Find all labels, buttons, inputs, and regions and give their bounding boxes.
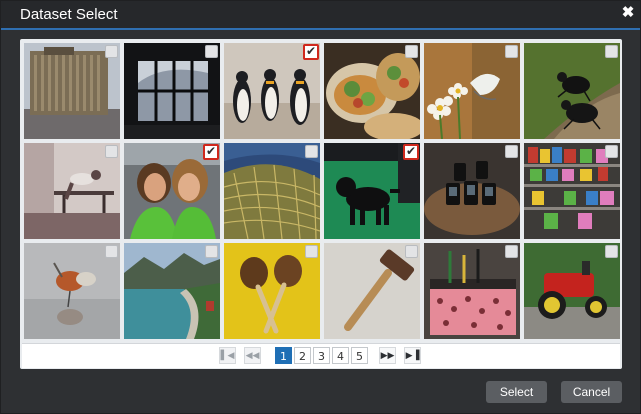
select-checkbox[interactable]: [605, 145, 618, 158]
page-button-3[interactable]: 3: [313, 347, 330, 364]
last-page-icon[interactable]: ▶▐: [404, 347, 421, 364]
prev-page-icon[interactable]: ◀◀: [244, 347, 261, 364]
select-checkbox-checked[interactable]: [403, 144, 419, 160]
page-button-1[interactable]: 1: [275, 347, 292, 364]
select-checkbox[interactable]: [505, 245, 518, 258]
select-checkbox[interactable]: [105, 245, 118, 258]
image-tile-lake-road[interactable]: [124, 243, 220, 339]
image-tile-penguins[interactable]: [224, 43, 320, 139]
select-checkbox[interactable]: [405, 245, 418, 258]
select-checkbox[interactable]: [305, 245, 318, 258]
image-panel: ▌◀ ◀◀ 1 2 3 4 5 ▶▶ ▶▐: [20, 39, 622, 369]
select-checkbox[interactable]: [205, 245, 218, 258]
select-checkbox[interactable]: [205, 45, 218, 58]
select-checkbox[interactable]: [505, 145, 518, 158]
image-tile-food-plate[interactable]: [324, 43, 420, 139]
image-tile-workout-room[interactable]: [24, 143, 120, 239]
select-checkbox[interactable]: [105, 45, 118, 58]
image-tile-beetle[interactable]: [524, 43, 620, 139]
image-tile-black-dog[interactable]: [324, 143, 420, 239]
close-icon[interactable]: ✖: [620, 5, 636, 21]
next-page-icon[interactable]: ▶▶: [379, 347, 396, 364]
page-button-2[interactable]: 2: [294, 347, 311, 364]
image-grid: [24, 43, 622, 341]
select-checkbox[interactable]: [505, 45, 518, 58]
page-button-4[interactable]: 4: [332, 347, 349, 364]
image-tile-radiator[interactable]: [24, 43, 120, 139]
dialog-title: Dataset Select: [20, 6, 118, 23]
select-checkbox[interactable]: [605, 45, 618, 58]
select-checkbox[interactable]: [605, 245, 618, 258]
first-page-icon[interactable]: ▌◀: [219, 347, 236, 364]
select-checkbox-checked[interactable]: [303, 44, 319, 60]
image-tile-butterfly-flowers[interactable]: [424, 43, 520, 139]
page-button-5[interactable]: 5: [351, 347, 368, 364]
select-checkbox[interactable]: [105, 145, 118, 158]
image-tile-store-shelves[interactable]: [524, 143, 620, 239]
select-checkbox-checked[interactable]: [203, 144, 219, 160]
dataset-select-dialog: Dataset Select ✖ ✔ ✔ ✔ ▌◀ ◀◀ 1 2 3 4 5 ▶…: [0, 0, 641, 414]
select-checkbox[interactable]: [405, 45, 418, 58]
image-tile-maracas[interactable]: [224, 243, 320, 339]
image-tile-bird-reflection[interactable]: [24, 243, 120, 339]
select-checkbox[interactable]: [305, 145, 318, 158]
image-tile-red-tractor[interactable]: [524, 243, 620, 339]
image-tile-hammer[interactable]: [324, 243, 420, 339]
pagination-bar: ▌◀ ◀◀ 1 2 3 4 5 ▶▶ ▶▐: [22, 343, 620, 368]
image-tile-tool-apron[interactable]: [424, 243, 520, 339]
image-tile-phones-table[interactable]: [424, 143, 520, 239]
image-tile-window-silhouette[interactable]: [124, 43, 220, 139]
cancel-button[interactable]: Cancel: [561, 381, 622, 403]
image-tile-fishing-net[interactable]: [224, 143, 320, 239]
title-bar: Dataset Select ✖: [1, 1, 640, 30]
image-tile-women-selfie[interactable]: [124, 143, 220, 239]
select-button[interactable]: Select: [486, 381, 547, 403]
